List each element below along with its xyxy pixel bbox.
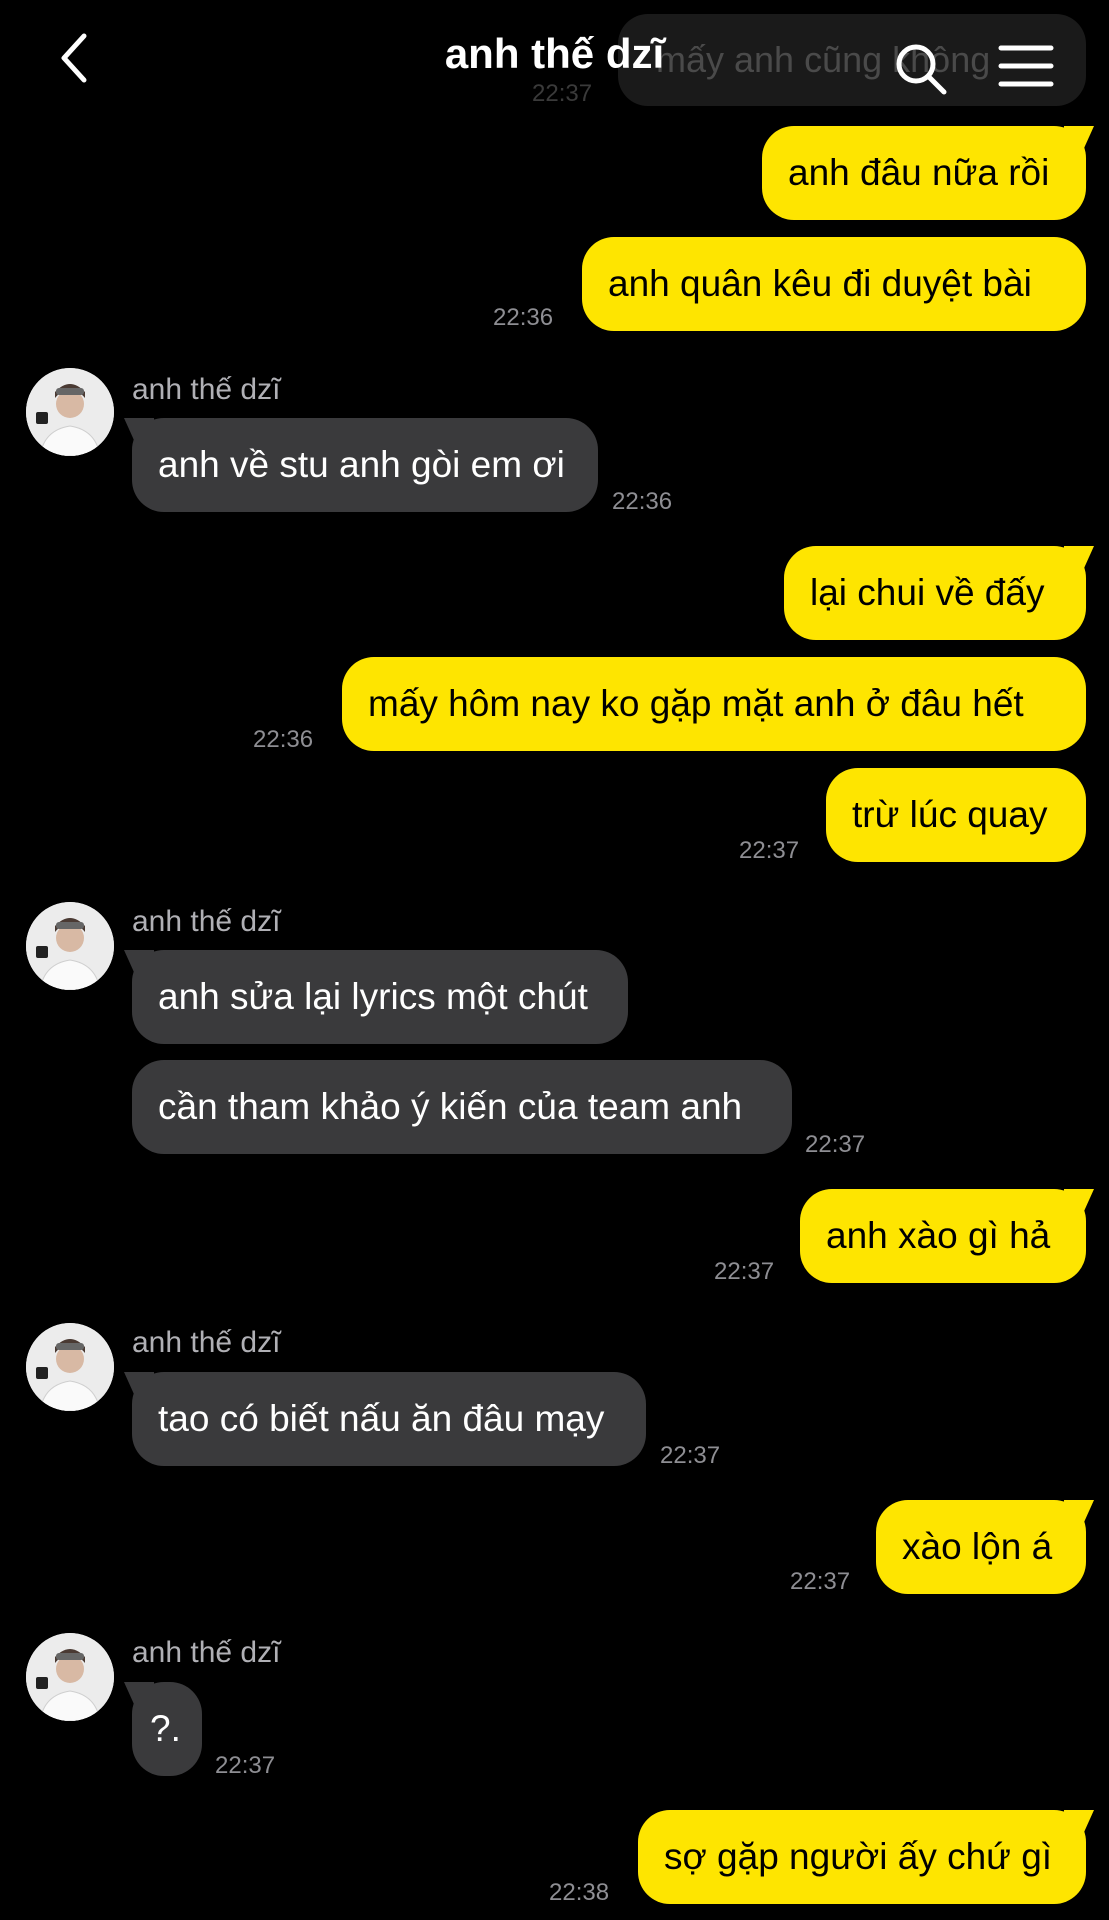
faded-previous-time: 22:37 (532, 80, 593, 107)
message-time: 22:37 (215, 1752, 276, 1779)
message-time: 22:36 (253, 726, 314, 753)
avatar-image (26, 902, 114, 990)
message-time: 22:37 (805, 1131, 866, 1158)
message-time: 22:37 (660, 1442, 721, 1469)
avatar-image (26, 368, 114, 456)
message-time: 22:36 (493, 304, 554, 331)
avatar-image (26, 1323, 114, 1411)
message-time: 22:37 (790, 1568, 851, 1595)
message-time: 22:38 (549, 1879, 610, 1906)
outgoing-message[interactable]: anh quân kêu đi duyệt bài (582, 237, 1086, 331)
avatar[interactable] (26, 902, 114, 990)
avatar[interactable] (26, 1323, 114, 1411)
incoming-message[interactable]: anh sửa lại lyrics một chút (132, 950, 628, 1044)
outgoing-message[interactable]: anh đâu nữa rồi (762, 126, 1086, 220)
avatar-image (26, 1633, 114, 1721)
message-time: 22:36 (612, 488, 673, 515)
incoming-message[interactable]: ?. (132, 1682, 202, 1776)
incoming-message[interactable]: tao có biết nấu ăn đâu mạy (132, 1372, 646, 1466)
outgoing-message[interactable]: xào lộn á (876, 1500, 1086, 1594)
outgoing-message[interactable]: trừ lúc quay (826, 768, 1086, 862)
chat-header: mấy anh cũng không 22:37 anh thế dzĩ (0, 0, 1109, 120)
search-icon (896, 44, 947, 95)
message-time: 22:37 (739, 837, 800, 864)
sender-name: anh thế dzĩ (132, 1636, 281, 1669)
incoming-message[interactable]: cần tham khảo ý kiến của team anh (132, 1060, 792, 1154)
search-button[interactable] (892, 40, 950, 98)
outgoing-message[interactable]: mấy hôm nay ko gặp mặt anh ở đâu hết (342, 657, 1086, 751)
incoming-message[interactable]: anh về stu anh gòi em ơi (132, 418, 598, 512)
sender-name: anh thế dzĩ (132, 905, 281, 938)
avatar[interactable] (26, 368, 114, 456)
outgoing-message[interactable]: anh xào gì hả (800, 1189, 1086, 1283)
sender-name: anh thế dzĩ (132, 373, 281, 406)
message-time: 22:37 (714, 1258, 775, 1285)
menu-button[interactable] (998, 44, 1054, 88)
outgoing-message[interactable]: sợ gặp người ấy chứ gì (638, 1810, 1086, 1904)
menu-icon (998, 45, 1054, 87)
avatar[interactable] (26, 1633, 114, 1721)
outgoing-message[interactable]: lại chui về đấy (784, 546, 1086, 640)
sender-name: anh thế dzĩ (132, 1326, 281, 1359)
